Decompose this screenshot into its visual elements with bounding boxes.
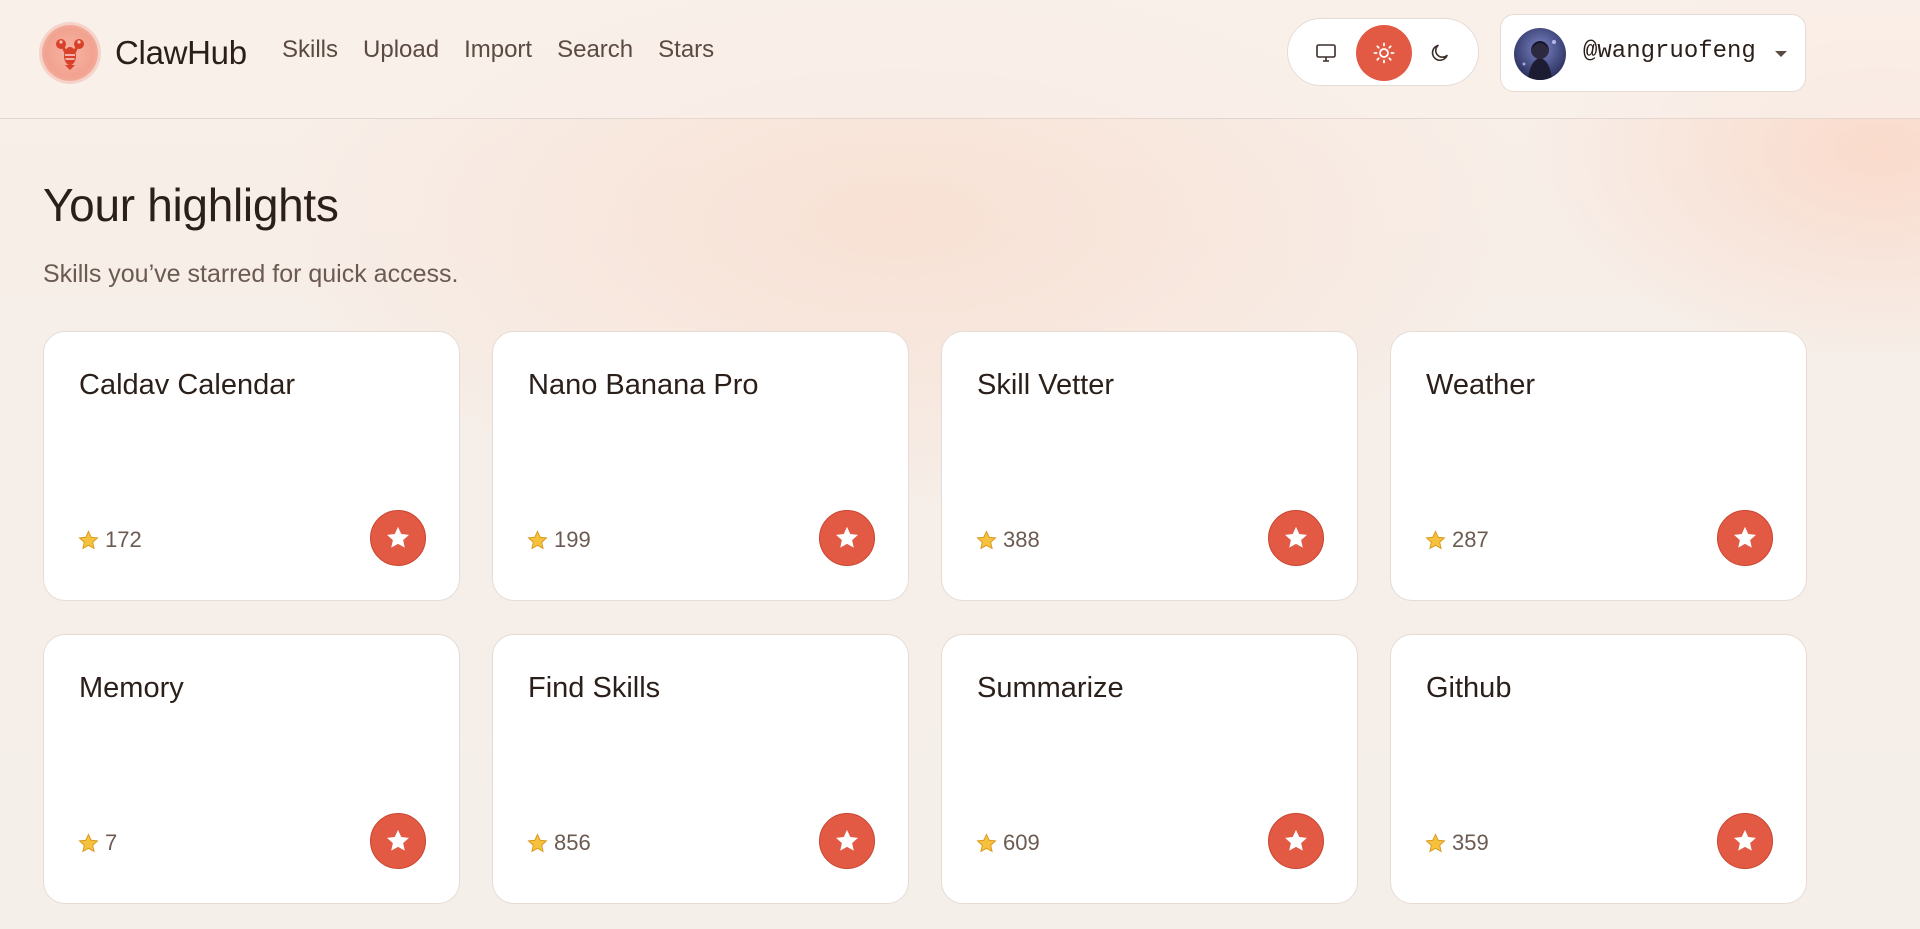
star-count: 388 — [975, 527, 1040, 553]
unstar-button[interactable] — [819, 813, 875, 869]
username: @wangruofeng — [1583, 38, 1756, 65]
unstar-button[interactable] — [370, 813, 426, 869]
sun-icon — [1373, 42, 1395, 64]
nav-search[interactable]: Search — [557, 36, 633, 64]
theme-light-button[interactable] — [1356, 25, 1412, 81]
monitor-icon — [1316, 44, 1336, 62]
star-icon — [1285, 829, 1307, 851]
star-icon — [1425, 529, 1446, 549]
star-count-value: 172 — [105, 527, 142, 552]
nav-stars[interactable]: Stars — [658, 36, 714, 64]
skill-card[interactable]: Summarize 609 — [941, 634, 1358, 904]
page-subtitle: Skills you’ve starred for quick access. — [43, 260, 459, 288]
theme-system-button[interactable] — [1298, 25, 1354, 81]
skill-title: Weather — [1426, 369, 1536, 401]
star-icon — [1425, 832, 1446, 852]
star-count-value: 609 — [1003, 830, 1040, 855]
star-count: 856 — [526, 830, 591, 856]
star-count-value: 856 — [554, 830, 591, 855]
star-count: 199 — [526, 527, 591, 553]
top-header: ClawHub Skills Upload Import Search Star… — [0, 0, 1920, 119]
skill-title: Github — [1426, 672, 1512, 704]
nav-skills[interactable]: Skills — [282, 36, 338, 64]
nav-upload[interactable]: Upload — [363, 36, 439, 64]
star-icon — [1734, 526, 1756, 548]
skill-card[interactable]: Nano Banana Pro 199 — [492, 331, 909, 601]
moon-icon — [1431, 44, 1448, 62]
skill-card[interactable]: Caldav Calendar 172 — [43, 331, 460, 601]
unstar-button[interactable] — [1717, 813, 1773, 869]
skill-title: Nano Banana Pro — [528, 369, 759, 401]
skills-grid: Caldav Calendar 172 Nano Banana Pro 199 … — [43, 331, 1808, 904]
skill-title: Memory — [79, 672, 184, 704]
star-count-value: 7 — [105, 830, 118, 855]
avatar — [1514, 28, 1566, 80]
unstar-button[interactable] — [370, 510, 426, 566]
lobster-logo-icon — [42, 25, 98, 81]
theme-switch — [1287, 18, 1479, 86]
star-icon — [78, 832, 99, 852]
brand[interactable]: ClawHub — [42, 25, 247, 81]
skill-title: Find Skills — [528, 672, 661, 704]
theme-dark-button[interactable] — [1412, 25, 1468, 81]
skill-card[interactable]: Memory 7 — [43, 634, 460, 904]
skill-card[interactable]: Github 359 — [1390, 634, 1807, 904]
chevron-down-icon — [1775, 51, 1787, 57]
star-icon — [78, 529, 99, 549]
user-menu-button[interactable]: @wangruofeng — [1500, 14, 1806, 92]
star-count-value: 199 — [554, 527, 591, 552]
star-icon — [387, 829, 409, 851]
nav-import[interactable]: Import — [464, 36, 532, 64]
skill-card[interactable]: Skill Vetter 388 — [941, 331, 1358, 601]
star-icon — [527, 832, 548, 852]
star-count: 172 — [77, 527, 142, 553]
star-icon — [387, 526, 409, 548]
star-icon — [976, 529, 997, 549]
unstar-button[interactable] — [1268, 813, 1324, 869]
star-icon — [1285, 526, 1307, 548]
star-count: 287 — [1424, 527, 1489, 553]
star-count-value: 388 — [1003, 527, 1040, 552]
star-count: 359 — [1424, 830, 1489, 856]
unstar-button[interactable] — [819, 510, 875, 566]
main-nav: Skills Upload Import Search Stars — [282, 36, 739, 64]
brand-name: ClawHub — [115, 34, 247, 71]
skill-title: Summarize — [977, 672, 1124, 704]
skill-title: Caldav Calendar — [79, 369, 296, 401]
star-count: 7 — [77, 830, 117, 856]
unstar-button[interactable] — [1268, 510, 1324, 566]
star-icon — [836, 829, 858, 851]
skill-card[interactable]: Find Skills 856 — [492, 634, 909, 904]
star-icon — [1734, 829, 1756, 851]
star-count: 609 — [975, 830, 1040, 856]
star-icon — [976, 832, 997, 852]
skill-card[interactable]: Weather 287 — [1390, 331, 1807, 601]
page-title: Your highlights — [43, 179, 339, 231]
skill-title: Skill Vetter — [977, 369, 1114, 401]
star-count-value: 359 — [1452, 830, 1489, 855]
unstar-button[interactable] — [1717, 510, 1773, 566]
star-count-value: 287 — [1452, 527, 1489, 552]
star-icon — [836, 526, 858, 548]
star-icon — [527, 529, 548, 549]
